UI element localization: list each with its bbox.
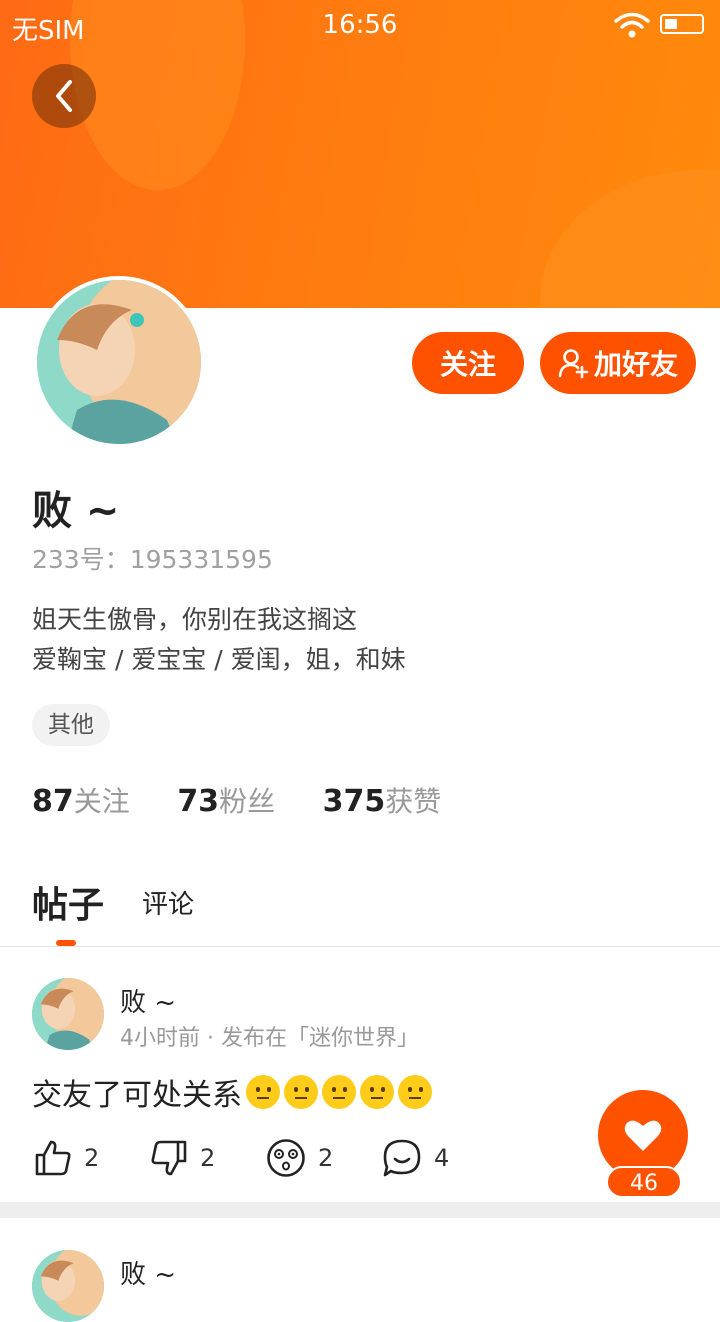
comment-icon — [383, 1139, 421, 1177]
post-content[interactable]: 交友了可处关系 — [32, 1070, 432, 1114]
follow-button[interactable]: 关注 — [412, 332, 524, 394]
post-author-name[interactable]: 败 ~ — [120, 1254, 176, 1291]
chevron-left-icon — [56, 80, 72, 112]
post-text: 交友了可处关系 — [32, 1078, 242, 1113]
tab-posts[interactable]: 帖子 — [32, 876, 104, 928]
dizzy-face-icon — [267, 1139, 305, 1177]
stat-followers[interactable]: 73粉丝 — [177, 780, 275, 820]
heart-icon — [624, 1120, 662, 1151]
status-bar: 无SIM 16:56 — [0, 0, 720, 50]
clock: 16:56 — [322, 10, 398, 40]
comment-count: 4 — [434, 1144, 450, 1172]
neutral-face-emoji-icon — [360, 1075, 394, 1109]
stat-likes[interactable]: 375获赞 — [323, 780, 442, 820]
profile-id: 233号：195331595 — [32, 545, 273, 574]
add-friend-button[interactable]: 加好友 — [540, 332, 696, 394]
post-meta: 4小时前 · 发布在「迷你世界」 — [120, 1026, 419, 1051]
dislike-button[interactable]: 2 — [150, 1136, 215, 1180]
neutral-face-emoji-icon — [322, 1075, 356, 1109]
comment-button[interactable]: 4 — [382, 1136, 449, 1180]
like-count: 2 — [84, 1144, 100, 1172]
post-author-name[interactable]: 败 ~ — [120, 982, 176, 1019]
divider — [0, 946, 720, 947]
profile-stats: 87关注 73粉丝 375获赞 — [32, 780, 479, 820]
post-author-avatar[interactable] — [32, 978, 104, 1050]
like-button[interactable]: 2 — [34, 1136, 99, 1180]
battery-icon — [660, 14, 704, 34]
stat-following[interactable]: 87关注 — [32, 780, 130, 820]
profile-tag[interactable]: 其他 — [32, 704, 110, 746]
post-separator — [0, 1202, 720, 1218]
back-button[interactable] — [32, 64, 96, 128]
dizzy-count: 2 — [318, 1144, 334, 1172]
stat-label: 获赞 — [385, 785, 442, 818]
avatar-image — [37, 280, 201, 444]
neutral-face-emoji-icon — [246, 1075, 280, 1109]
stat-number: 73 — [177, 784, 220, 819]
stat-number: 375 — [322, 784, 386, 819]
dizzy-reaction-button[interactable]: 2 — [266, 1136, 333, 1180]
bio-line: 姐天生傲骨，你别在我这搁这 — [32, 605, 358, 634]
wifi-icon — [614, 12, 650, 38]
dislike-count: 2 — [200, 1144, 216, 1172]
post-author-avatar[interactable] — [32, 1250, 104, 1322]
profile-name: 败 ~ — [32, 488, 120, 534]
bio-line: 爱鞠宝 / 爱宝宝 / 爱闺，姐，和妹 — [32, 645, 406, 674]
add-user-icon — [558, 349, 589, 379]
avatar-image — [32, 1250, 104, 1322]
avatar[interactable] — [33, 276, 205, 448]
neutral-face-emoji-icon — [398, 1075, 432, 1109]
neutral-face-emoji-icon — [284, 1075, 318, 1109]
thumbs-down-icon — [151, 1140, 187, 1176]
stat-label: 关注 — [73, 785, 130, 818]
stat-label: 粉丝 — [219, 785, 276, 818]
tab-comments[interactable]: 评论 — [142, 884, 194, 921]
profile-bio: 姐天生傲骨，你别在我这搁这 爱鞠宝 / 爱宝宝 / 爱闺，姐，和妹 — [32, 600, 406, 680]
thumbs-up-icon — [35, 1140, 71, 1176]
stat-number: 87 — [32, 784, 74, 819]
follow-button-label: 关注 — [439, 348, 496, 381]
header-decoration — [540, 170, 720, 308]
floating-like-count: 46 — [606, 1166, 682, 1198]
add-friend-button-label: 加好友 — [593, 348, 678, 381]
avatar-image — [32, 978, 104, 1050]
